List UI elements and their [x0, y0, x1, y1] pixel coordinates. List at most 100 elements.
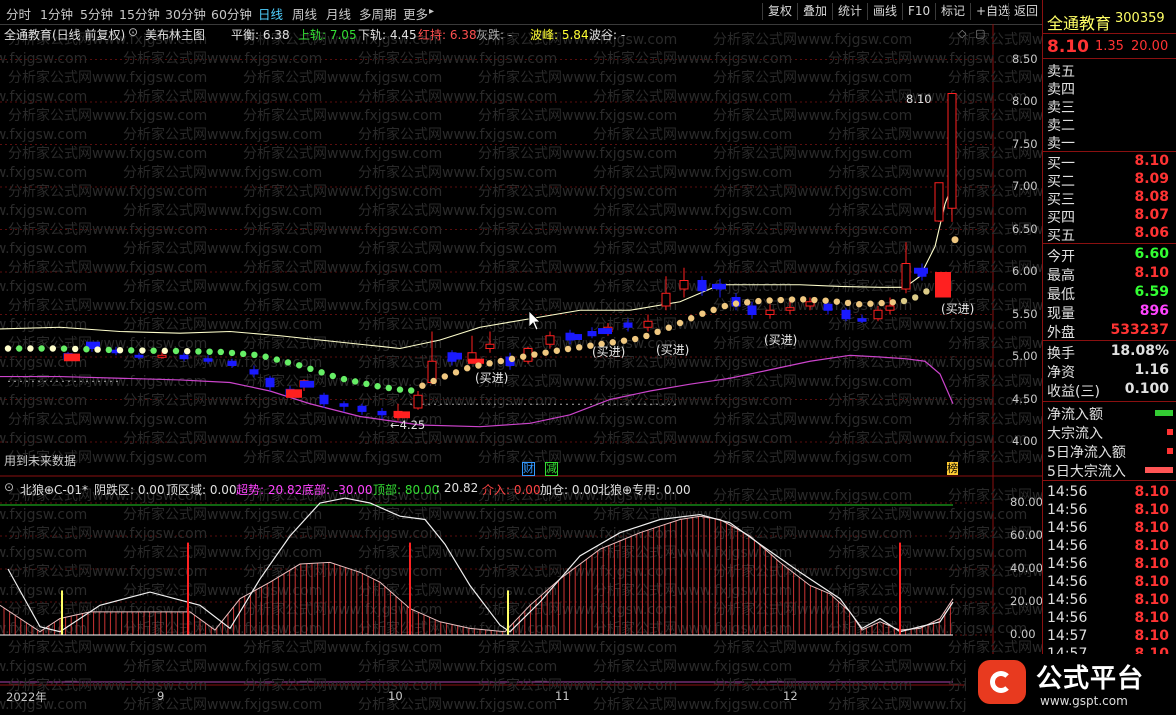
watermark-text: 分析家公式网www.fxjgsw.com — [828, 354, 1027, 371]
watermark-text: 分析家公式网www.fxjgsw.com — [243, 69, 442, 86]
back-button[interactable]: 返回 — [1008, 3, 1043, 20]
indicator-name[interactable]: 美布林主图 — [145, 26, 205, 43]
watermark-text: 分析家公式网www.fxjgsw.com — [123, 164, 322, 181]
signal-dot — [744, 299, 751, 306]
dotted-marker — [434, 403, 436, 405]
dotted-marker — [638, 403, 640, 405]
signal-dot — [520, 353, 527, 360]
ask-row-label: 卖一 — [1047, 136, 1075, 152]
sub-legend-item: 顶区域: 0.00 — [166, 483, 237, 497]
draw-button[interactable]: 画线 — [867, 3, 902, 20]
candle-body — [413, 394, 423, 409]
watermark-text: 分析家公式网www.fxjgsw.com — [0, 50, 87, 67]
watermark-text: 分析家公式网www.fxjgsw.com — [948, 107, 1042, 124]
signal-dot — [923, 288, 930, 295]
f10-button[interactable]: F10 — [902, 3, 935, 20]
signal-dot — [161, 347, 168, 355]
period-tab-1min[interactable]: 1分钟 — [40, 4, 73, 23]
signal-dot — [632, 335, 639, 343]
flow-bar — [1167, 448, 1173, 454]
adjust-button[interactable]: 复权 — [762, 3, 797, 20]
y-axis-label: 20.00 — [1010, 594, 1043, 608]
signal-dot — [856, 301, 863, 308]
candle-body — [227, 360, 237, 366]
finance-event-badge[interactable]: 财 — [522, 462, 535, 476]
period-tab-minute[interactable]: 分时 — [6, 4, 31, 23]
dotted-marker — [662, 403, 664, 405]
sub-legend-item: : 20.82 — [436, 481, 479, 495]
watermark-text: 分析家公式网www.fxjgsw.com — [478, 411, 677, 428]
period-tab-multi[interactable]: 多周期 — [359, 4, 397, 23]
watermark-text: 分析家公式网www.fxjgsw.com — [593, 164, 792, 181]
watermark-text: 分析家公式网www.fxjgsw.com — [243, 639, 442, 656]
watermark-text: 分析家公式网www.fxjgsw.com — [0, 658, 87, 675]
ranking-event-badge[interactable]: 榜 — [947, 462, 958, 475]
period-tab-more[interactable]: 更多 — [403, 4, 428, 23]
window-icon[interactable]: ▢ — [975, 27, 985, 40]
mark-button[interactable]: 标记 — [935, 3, 970, 20]
period-tab-30min[interactable]: 30分钟 — [165, 4, 206, 23]
dotted-marker — [62, 380, 64, 382]
watermark-text: 分析家公式网www.fxjgsw.com — [8, 525, 207, 542]
watermark-text: 分析家公式网www.fxjgsw.com — [478, 259, 677, 276]
signal-dot — [374, 383, 381, 390]
signal-dot — [643, 332, 650, 340]
stat-row-value: 6.60 — [1134, 246, 1169, 262]
reduce-event-badge[interactable]: 减 — [545, 462, 558, 476]
dotted-marker — [674, 403, 676, 405]
tick-row-value: 8.10 — [1134, 484, 1169, 500]
period-tab-daily[interactable]: 日线 — [258, 4, 283, 23]
signal-dot — [900, 297, 908, 305]
watermark-text: 分析家公式网www.fxjgsw.com — [828, 430, 1027, 447]
sub-indicator-toggle-icon[interactable]: ⊙ — [4, 480, 14, 494]
sub-indicator-name[interactable]: 北狼⊕C-01* — [20, 481, 88, 498]
indicator-toggle-icon[interactable]: ⊙ — [128, 25, 138, 39]
watermark-text: 分析家公式网www.fxjgsw.com — [0, 430, 87, 447]
stats-button[interactable]: 统计 — [832, 3, 867, 20]
bid-row-label: 买五 — [1047, 228, 1075, 244]
diamond-icon[interactable]: ◇ — [958, 27, 966, 40]
legend-red-hold: 红持: 6.38 — [418, 28, 477, 42]
stat-row-value: 896 — [1139, 303, 1169, 319]
stat-row-value: 0.100 — [1124, 381, 1169, 397]
last-price-label: 8.10 — [906, 92, 932, 106]
signal-dot — [217, 348, 224, 356]
future-data-note: 用到未来数据 — [4, 454, 77, 468]
watermark-text: 分析家公式网www.fxjgsw.com — [123, 278, 322, 295]
watermark-text: 分析家公式网www.fxjgsw.com — [713, 639, 912, 656]
kline-chart[interactable]: 分析家公式网www.fxjgsw.com 分析家公式网www.fxjgsw.com… — [0, 24, 1042, 715]
signal-dot — [800, 296, 807, 303]
period-tab-15min[interactable]: 15分钟 — [119, 4, 160, 23]
period-tab-weekly[interactable]: 周线 — [292, 4, 317, 23]
y-axis-label: 60.00 — [1010, 528, 1043, 542]
watermark-text: 分析家公式网www.fxjgsw.com — [358, 544, 557, 561]
candle-body — [319, 394, 329, 405]
period-tab-60min[interactable]: 60分钟 — [211, 4, 252, 23]
watermark-text: 分析家公式网www.fxjgsw.com — [8, 297, 207, 314]
signal-dot — [128, 347, 135, 354]
dotted-marker — [560, 403, 562, 405]
y-axis-label: 5.50 — [1012, 306, 1038, 321]
candle-body — [765, 309, 775, 315]
dotted-marker — [14, 380, 16, 382]
watermark-text: 分析家公式网www.fxjgsw.com — [478, 449, 677, 466]
watermark-text: 分析家公式网www.fxjgsw.com — [713, 449, 912, 466]
signal-dot — [150, 347, 157, 354]
more-arrow-icon[interactable]: ▸ — [429, 6, 434, 17]
period-tab-monthly[interactable]: 月线 — [326, 4, 351, 23]
signal-dot — [307, 365, 314, 373]
signal-dot — [676, 319, 684, 327]
sub-legend-item: 超势: 20.82 — [236, 483, 303, 497]
dotted-marker — [80, 380, 82, 382]
brand-title: 公式平台 — [1036, 664, 1145, 694]
signal-dot — [72, 345, 79, 353]
dotted-marker — [68, 380, 70, 382]
signal-dot — [206, 348, 213, 355]
watermark-text: 分析家公式网www.fxjgsw.com — [478, 221, 677, 238]
overlay-button[interactable]: 叠加 — [797, 3, 832, 20]
signal-dot — [721, 302, 728, 310]
dotted-marker — [494, 403, 496, 405]
signal-dot — [844, 299, 852, 307]
period-tab-5min[interactable]: 5分钟 — [80, 4, 113, 23]
tick-row-label: 14:56 — [1047, 574, 1088, 590]
